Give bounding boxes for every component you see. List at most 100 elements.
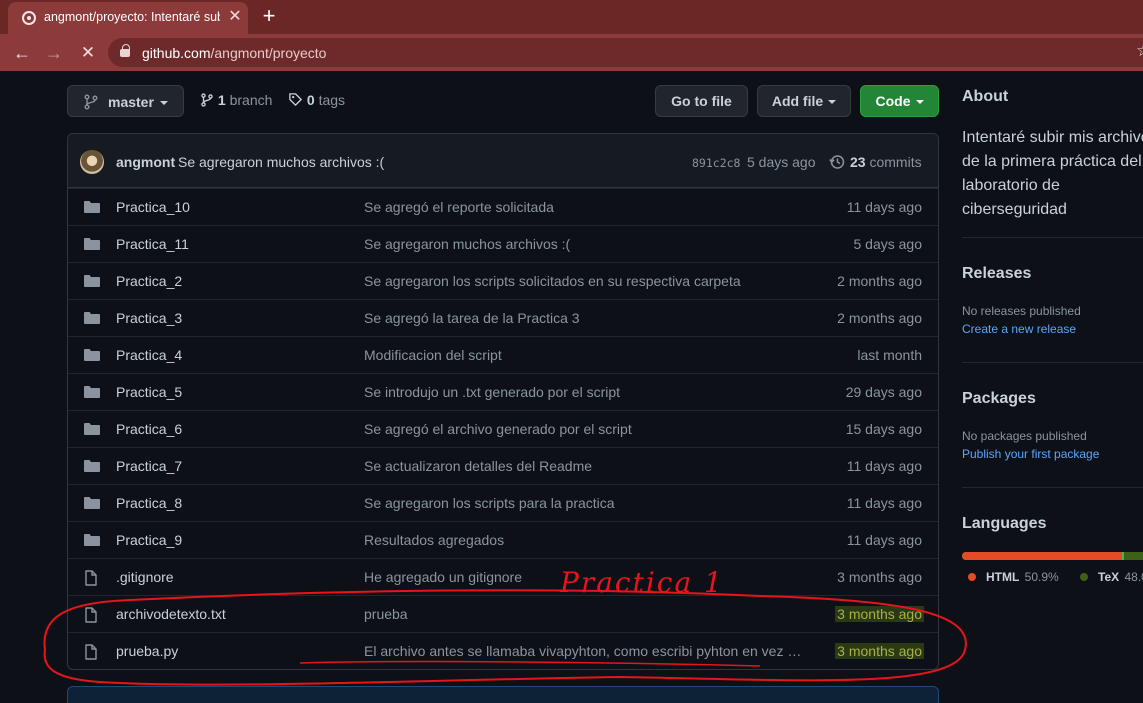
language-html[interactable]: HTML 50.9%	[968, 570, 1059, 584]
chevron-down-icon	[915, 100, 924, 105]
packages-heading[interactable]: Packages	[962, 390, 1036, 408]
file-age: 11 days ago	[846, 458, 922, 474]
file-age: 3 months ago	[835, 606, 924, 622]
tag-label: tags	[318, 92, 346, 108]
file-list: angmont Se agregaron muchos archivos :( …	[67, 133, 939, 670]
file-commit-message[interactable]: Resultados agregados	[364, 532, 804, 548]
file-commit-message[interactable]: prueba	[364, 606, 804, 622]
publish-package-link[interactable]: Publish your first package	[962, 447, 1099, 461]
file-commit-message[interactable]: Se introdujo un .txt generado por el scr…	[364, 384, 804, 400]
releases-heading[interactable]: Releases	[962, 265, 1031, 283]
bookmark-star-icon[interactable]: ☆	[1136, 41, 1143, 61]
file-name-link[interactable]: Practica_5	[116, 384, 182, 400]
latest-commit-bar: angmont Se agregaron muchos archivos :( …	[68, 134, 938, 188]
file-name-link[interactable]: Practica_9	[116, 532, 182, 548]
packages-empty-text: No packages published	[962, 429, 1087, 443]
file-name-link[interactable]: Practica_8	[116, 495, 182, 511]
file-commit-message[interactable]: Se agregó el archivo generado por el scr…	[364, 421, 804, 437]
file-commit-message[interactable]: Se agregaron muchos archivos :(	[364, 236, 804, 252]
create-release-link[interactable]: Create a new release	[962, 322, 1076, 336]
language-bar	[962, 552, 1143, 560]
chevron-down-icon	[828, 100, 837, 105]
browser-tab-bar: angmont/proyecto: Intentaré subir mis ar…	[0, 0, 1143, 34]
table-row: Practica_8 Se agregaron los scripts para …	[68, 484, 938, 521]
branch-name: master	[108, 94, 154, 110]
file-commit-message[interactable]: Se actualizaron detalles del Readme	[364, 458, 804, 474]
address-bar[interactable]: github.com/angmont/proyecto ☆	[108, 38, 1143, 67]
file-commit-message[interactable]: Se agregaron los scripts para la practic…	[364, 495, 804, 511]
file-age: 3 months ago	[835, 643, 924, 659]
file-name-link[interactable]: Practica_7	[116, 458, 182, 474]
file-age: 2 months ago	[837, 310, 922, 326]
table-row: Practica_10 Se agregó el reporte solicita…	[68, 188, 938, 225]
tags-link[interactable]: 0 tags	[288, 92, 345, 108]
new-tab-icon[interactable]: +	[258, 5, 280, 27]
table-row: Practica_6 Se agregó el archivo generado …	[68, 410, 938, 447]
file-commit-message[interactable]: El archivo antes se llamaba vivapyhton, …	[364, 643, 804, 659]
file-age: 11 days ago	[846, 532, 922, 548]
folder-icon	[84, 237, 100, 256]
branch-selector-button[interactable]: master	[67, 85, 184, 117]
file-name-link[interactable]: Practica_4	[116, 347, 182, 363]
file-icon	[84, 644, 98, 665]
table-row: archivodetexto.txt prueba 3 months ago	[68, 595, 938, 632]
html-dot-icon	[968, 573, 976, 581]
code-button[interactable]: Code	[860, 85, 939, 117]
avatar[interactable]	[80, 150, 104, 174]
add-file-button[interactable]: Add file	[757, 85, 851, 117]
commit-message[interactable]: Se agregaron muchos archivos :(	[178, 154, 384, 170]
file-commit-message[interactable]: He agregado un gitignore	[364, 569, 804, 585]
close-tab-icon[interactable]: ✕	[226, 8, 244, 26]
file-name-link[interactable]: Practica_3	[116, 310, 182, 326]
file-commit-message[interactable]: Se agregaron los scripts solicitados en …	[364, 273, 804, 289]
about-heading: About	[962, 88, 1009, 105]
commit-author[interactable]: angmont	[116, 154, 175, 170]
table-row: Practica_7 Se actualizaron detalles del R…	[68, 447, 938, 484]
file-commit-message[interactable]: Se agregó la tarea de la Practica 3	[364, 310, 804, 326]
folder-icon	[84, 348, 100, 367]
branch-label: branch	[229, 92, 273, 108]
about-description: Intentaré subir mis archivos de la prime…	[962, 129, 1143, 218]
file-age: 5 days ago	[853, 236, 923, 252]
file-age: 11 days ago	[846, 199, 922, 215]
tag-icon	[289, 93, 302, 106]
commits-link[interactable]: 23 commits	[850, 154, 922, 170]
forward-arrow-icon[interactable]: →	[42, 41, 66, 65]
table-row: .gitignore He agregado un gitignore 3 mont…	[68, 558, 938, 595]
branch-count: 1	[217, 92, 226, 108]
file-name-link[interactable]: .gitignore	[116, 569, 174, 585]
releases-empty-text: No releases published	[962, 304, 1081, 318]
file-name-link[interactable]: Practica_10	[116, 199, 190, 215]
language-bar-html	[962, 552, 1122, 560]
browser-tab[interactable]: angmont/proyecto: Intentaré subir mis ar…	[8, 2, 248, 34]
table-row: Practica_3 Se agregó la tarea de la Pract…	[68, 299, 938, 336]
browser-toolbar: ← → ✕ github.com/angmont/proyecto ☆	[0, 34, 1143, 71]
folder-icon	[84, 533, 100, 552]
branches-link[interactable]: 1 branch	[200, 92, 272, 108]
go-to-file-button[interactable]: Go to file	[655, 85, 748, 117]
language-tex[interactable]: TeX 48.0%	[1080, 570, 1143, 584]
file-name-link[interactable]: Practica_2	[116, 273, 182, 289]
chevron-down-icon	[160, 101, 168, 105]
file-name-link[interactable]: Practica_6	[116, 421, 182, 437]
commit-sha[interactable]: 891c2c8	[692, 156, 740, 170]
file-icon	[84, 570, 98, 591]
tab-title: angmont/proyecto: Intentaré subir mis ar…	[44, 10, 220, 24]
readme-box	[67, 686, 939, 703]
table-row: prueba.py El archivo antes se llamaba viv…	[68, 632, 938, 669]
file-name-link[interactable]: Practica_11	[116, 236, 189, 252]
file-commit-message[interactable]: Se agregó el reporte solicitada	[364, 199, 804, 215]
tex-dot-icon	[1080, 573, 1088, 581]
back-arrow-icon[interactable]: ←	[10, 41, 34, 65]
stop-loading-icon[interactable]: ✕	[76, 41, 100, 65]
file-commit-message[interactable]: Modificacion del script	[364, 347, 804, 363]
lock-icon	[120, 44, 130, 57]
table-row: Practica_9 Resultados agregados 11 days ag…	[68, 521, 938, 558]
language-bar-tex	[1124, 552, 1143, 560]
file-name-link[interactable]: prueba.py	[116, 643, 178, 659]
table-row: Practica_11 Se agregaron muchos archivos …	[68, 225, 938, 262]
file-name-link[interactable]: archivodetexto.txt	[116, 606, 226, 622]
file-age: 11 days ago	[846, 495, 922, 511]
table-row: Practica_5 Se introdujo un .txt generado …	[68, 373, 938, 410]
file-age: 29 days ago	[845, 384, 922, 400]
